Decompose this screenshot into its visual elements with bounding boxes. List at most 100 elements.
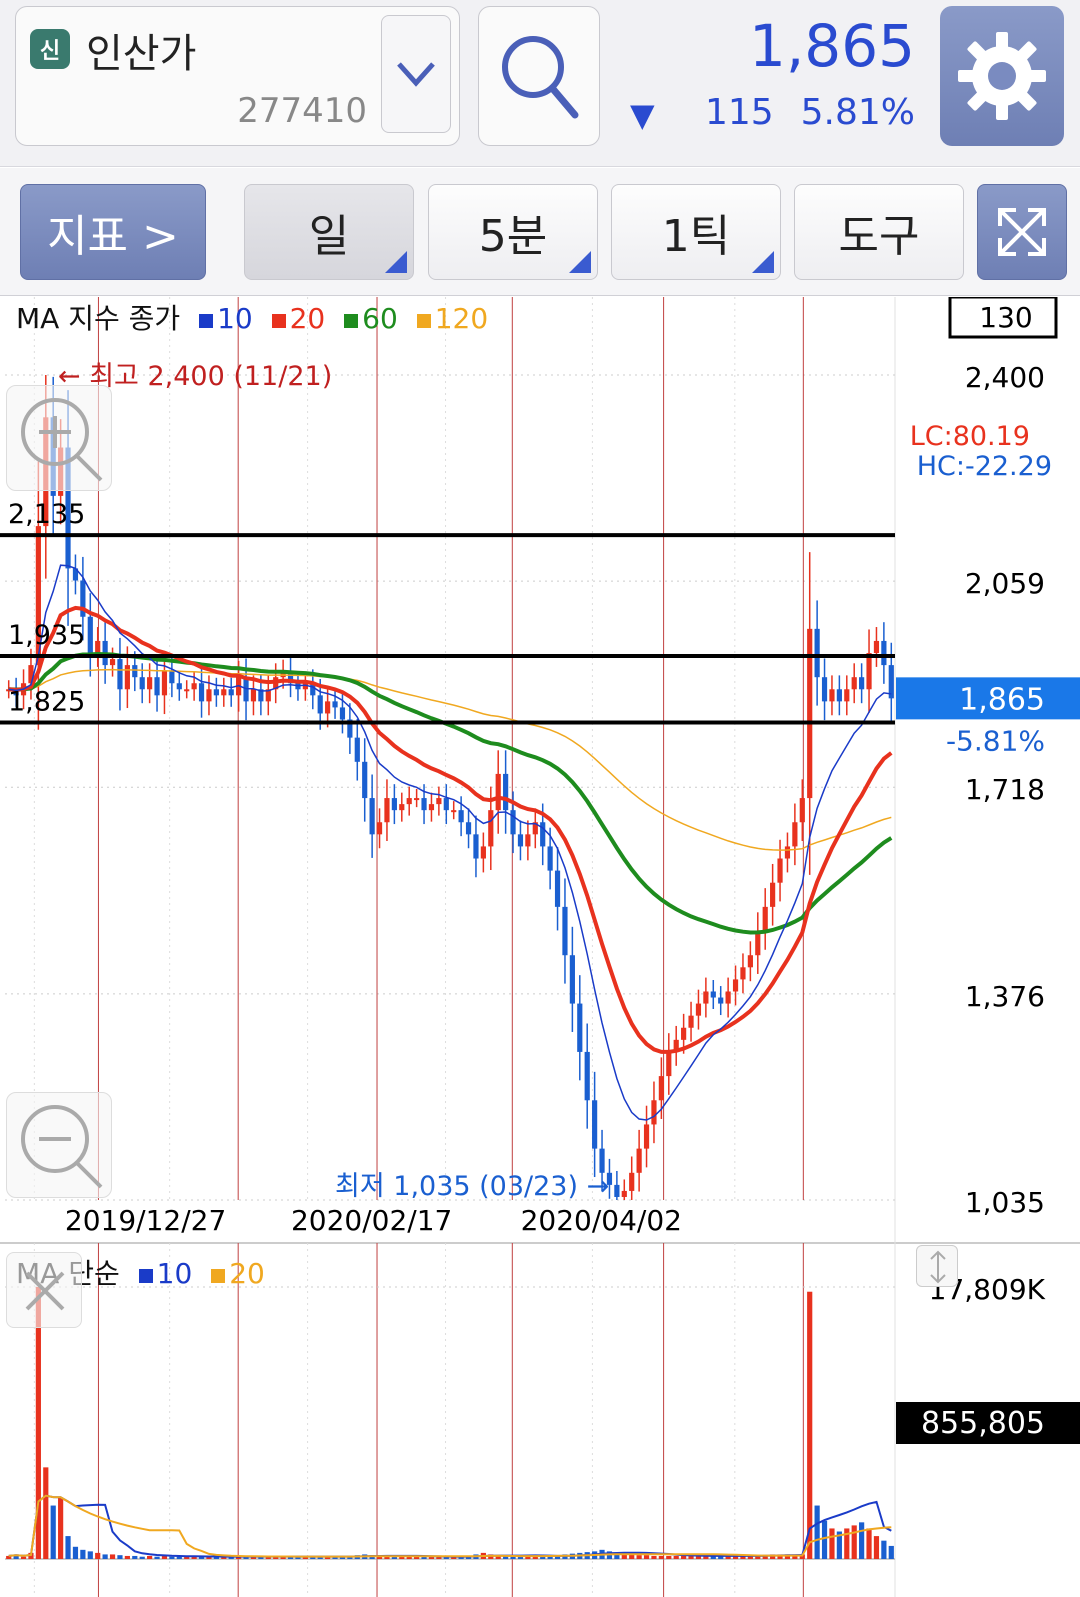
y-tick-label: 2,059 <box>965 567 1045 600</box>
volume-bar <box>821 1520 828 1559</box>
candle-body <box>139 677 145 690</box>
ma-line-120 <box>8 668 892 851</box>
candle-body <box>406 798 412 805</box>
period-minute-label: 5분 <box>478 211 548 262</box>
tools-button[interactable]: 도구 <box>794 184 964 280</box>
candle-body <box>325 701 331 714</box>
indicator-button[interactable]: 지표 > <box>20 184 206 280</box>
candle-body <box>703 991 709 1004</box>
volume-bar <box>888 1545 894 1559</box>
current-price-label: 1,865 <box>959 682 1045 717</box>
legend-vol-ma10: 10 <box>156 1257 193 1290</box>
ma-line-10 <box>8 564 892 1121</box>
volume-bar <box>95 1552 101 1559</box>
legend-ma20: 20 <box>289 302 326 335</box>
candle-body <box>643 1124 650 1149</box>
candle-body <box>443 798 449 811</box>
candle-body <box>621 1190 627 1197</box>
candle-body <box>866 653 872 690</box>
period-day-button[interactable]: 일 <box>244 184 414 280</box>
y-tick-label: 1,718 <box>965 773 1045 806</box>
candle-body <box>339 707 346 720</box>
candle-body <box>666 1051 672 1077</box>
candle-body <box>740 967 746 980</box>
candle-body <box>376 822 383 835</box>
candle-body <box>540 822 546 847</box>
candle-body <box>554 870 561 907</box>
candle-body <box>198 683 205 702</box>
candle-body <box>569 955 575 1004</box>
volume-bar <box>20 1556 27 1559</box>
price-ma-legend: MA 지수 종가 10 20 60 120 <box>16 297 488 337</box>
candle-body <box>473 834 479 859</box>
candle-body <box>87 616 93 654</box>
x-tick-label: 2020/02/17 <box>291 1204 452 1237</box>
ma-line-20 <box>8 605 893 1054</box>
candle-body <box>458 810 464 823</box>
candle-body <box>777 858 783 883</box>
candle-body <box>132 665 138 678</box>
volume-bar <box>673 1555 679 1559</box>
stock-selector[interactable]: 신 인산가 277410 <box>15 6 460 146</box>
candle-body <box>658 1076 664 1101</box>
candle-body <box>184 689 190 692</box>
volume-bar <box>65 1536 71 1559</box>
low-annotation: 최저 1,035 (03/23) → <box>335 1171 609 1202</box>
volume-bar <box>154 1556 160 1559</box>
candle-body <box>836 689 842 702</box>
candle-body <box>762 906 768 932</box>
ma-line-60 <box>8 651 893 935</box>
candle-body <box>421 798 427 811</box>
close-volume-button[interactable] <box>6 1252 82 1328</box>
candle-body <box>436 798 442 805</box>
stock-name: 인산가 <box>86 31 197 77</box>
hc-label: HC:-22.29 <box>917 451 1052 482</box>
y-tick-label: 1,035 <box>965 1186 1045 1219</box>
period-minute-button[interactable]: 5분 <box>428 184 598 280</box>
legend-vol-ma20: 20 <box>229 1257 265 1290</box>
zoom-in-button[interactable] <box>6 385 112 491</box>
chart-area[interactable]: 2,135 1,935 1,825 2,400 2,059 1,718 1,376 1,035… <box>0 297 1080 1597</box>
volume-ma-line-10 <box>8 1494 892 1558</box>
settings-button[interactable] <box>940 6 1064 146</box>
volume-bar <box>510 1556 516 1559</box>
volume-bar <box>651 1555 657 1559</box>
volume-bar <box>102 1554 108 1559</box>
legend-swatch <box>138 1269 153 1283</box>
fullscreen-button[interactable] <box>977 184 1067 280</box>
price-change-pct: 5.81% <box>800 92 915 133</box>
candle-body <box>614 1184 620 1197</box>
legend-ma60: 60 <box>362 302 398 335</box>
volume-bar <box>681 1555 687 1559</box>
zoom-out-button[interactable] <box>6 1092 112 1198</box>
price-change: 115 <box>705 92 774 133</box>
volume-bar <box>80 1549 86 1559</box>
candle-body <box>562 906 568 956</box>
candle-body <box>755 931 761 956</box>
resize-vertical-icon <box>930 1250 946 1284</box>
market-badge: 신 <box>30 29 70 69</box>
search-icon <box>502 36 579 119</box>
candle-body <box>629 1172 635 1191</box>
candle-body <box>510 810 516 835</box>
candle-body <box>221 689 227 696</box>
volume-bar <box>169 1556 175 1559</box>
search-button[interactable] <box>478 6 600 146</box>
candle-body <box>124 665 130 690</box>
period-tick-button[interactable]: 1틱 <box>611 184 781 280</box>
stock-dropdown-button[interactable] <box>381 15 451 133</box>
chart-toolbar: 지표 > 일 5분 1틱 도구 <box>0 168 1080 296</box>
resize-pane-button[interactable] <box>916 1245 958 1287</box>
volume-bar <box>814 1505 820 1559</box>
candle-body <box>147 677 153 690</box>
candle-body <box>384 798 390 823</box>
candle-body <box>391 798 397 811</box>
candle-body <box>592 1100 598 1149</box>
candle-body <box>317 695 323 714</box>
candle-body <box>399 804 405 811</box>
candle-body <box>354 737 360 762</box>
candle-body <box>176 683 182 690</box>
price-chart[interactable]: 2,135 1,935 1,825 2,400 2,059 1,718 1,376 1,035… <box>0 297 1080 1597</box>
current-volume-label: 855,805 <box>921 1406 1045 1441</box>
candle-body <box>814 628 820 678</box>
